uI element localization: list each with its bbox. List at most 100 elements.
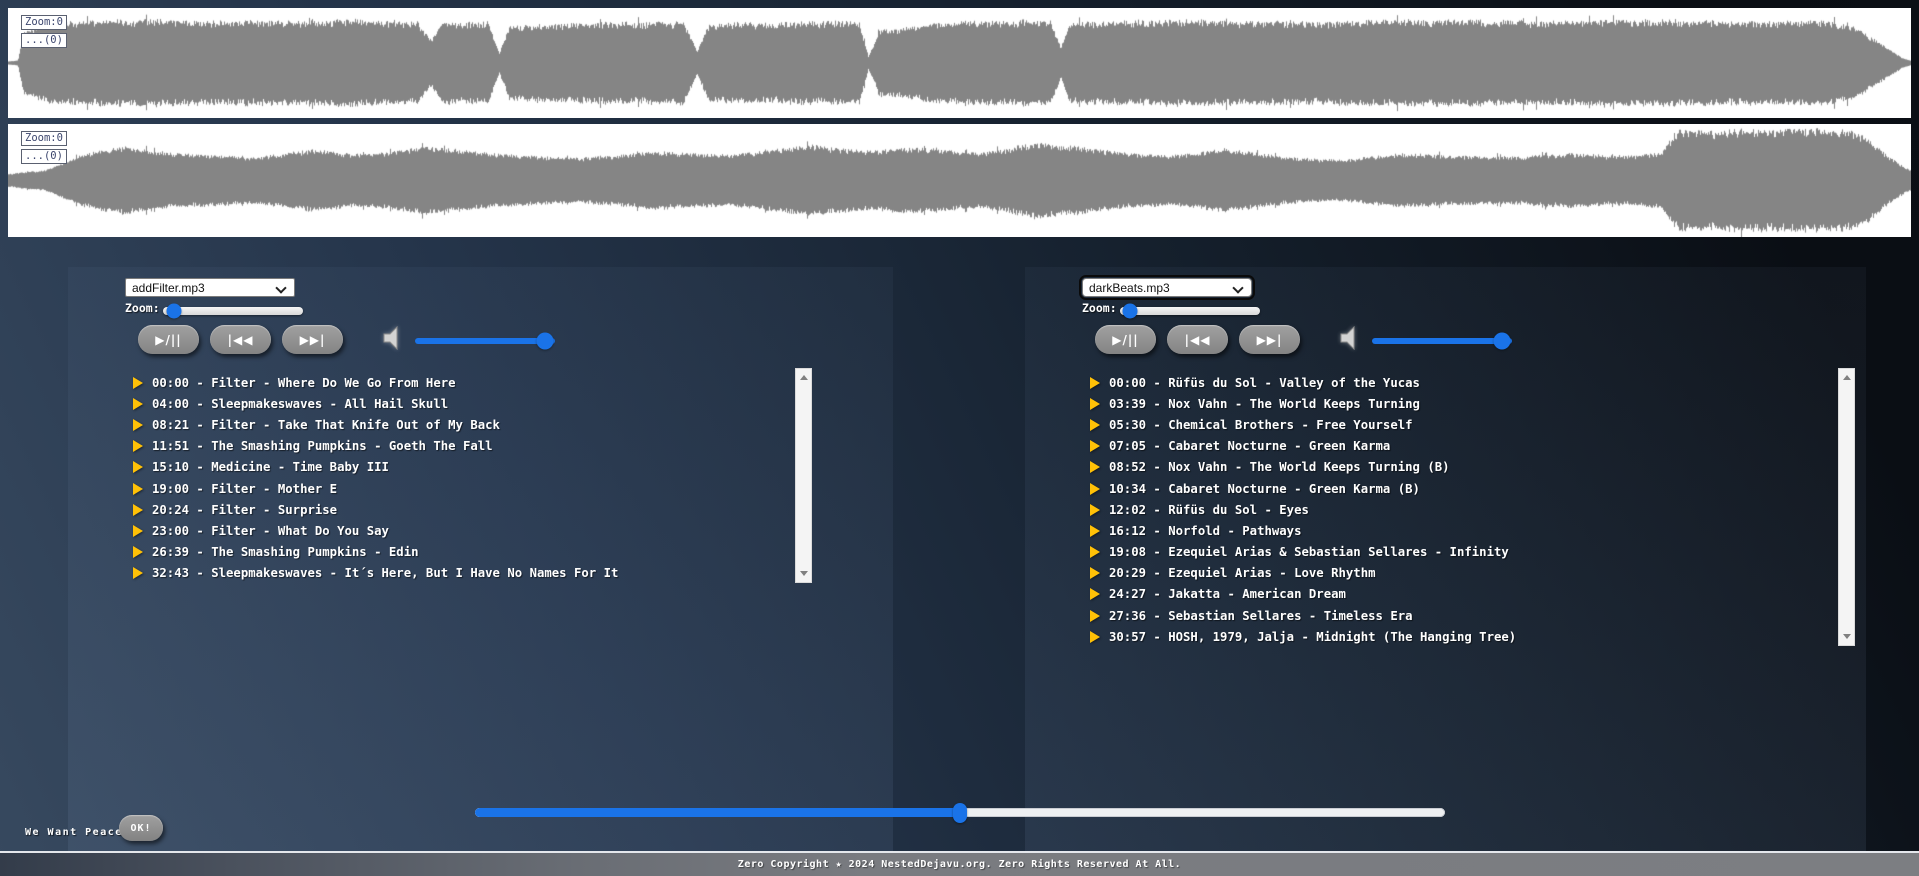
file-select[interactable]: addFilter.mp3 — [125, 278, 295, 297]
crossfader-thumb[interactable] — [953, 803, 967, 823]
track-label: 10:34 - Cabaret Nocturne - Green Karma (… — [1109, 482, 1420, 496]
volume-slider[interactable] — [415, 338, 555, 344]
playlist-item[interactable]: 07:05 - Cabaret Nocturne - Green Karma — [1090, 436, 1516, 457]
playlist-item[interactable]: 00:00 - Filter - Where Do We Go From Her… — [133, 372, 618, 393]
play-icon[interactable] — [133, 440, 143, 452]
playlist-item[interactable]: 00:00 - Rüfüs du Sol - Valley of the Yuc… — [1090, 372, 1516, 393]
next-track-button[interactable]: ▶▶| — [1239, 325, 1300, 354]
play-icon[interactable] — [1090, 419, 1100, 431]
deck-panel-right: darkBeats.mp3 Zoom: ▶/|| |◀◀ ▶▶| 00:00 -… — [1025, 267, 1866, 851]
play-icon[interactable] — [133, 483, 143, 495]
waveform-canvas[interactable] — [8, 8, 1911, 118]
playlist-item[interactable]: 32:43 - Sleepmakeswaves - It´s Here, But… — [133, 563, 618, 584]
playlist: 00:00 - Rüfüs du Sol - Valley of the Yuc… — [1090, 372, 1516, 647]
playlist-item[interactable]: 20:24 - Filter - Surprise — [133, 499, 618, 520]
play-pause-button[interactable]: ▶/|| — [1095, 325, 1156, 354]
play-icon[interactable] — [1090, 440, 1100, 452]
zoom-slider-thumb[interactable] — [1122, 304, 1137, 319]
scroll-up-icon[interactable] — [800, 375, 808, 380]
playlist-item[interactable]: 19:00 - Filter - Mother E — [133, 478, 618, 499]
speaker-icon — [1339, 326, 1363, 350]
volume-slider[interactable] — [1372, 338, 1512, 344]
zoom-slider[interactable] — [1120, 307, 1260, 315]
play-icon[interactable] — [133, 504, 143, 516]
playlist-item[interactable]: 27:36 - Sebastian Sellares - Timeless Er… — [1090, 605, 1516, 626]
speaker-icon — [382, 326, 406, 350]
play-icon[interactable] — [133, 546, 143, 558]
track-label: 30:57 - HOSH, 1979, Jalja - Midnight (Th… — [1109, 630, 1516, 644]
next-track-button[interactable]: ▶▶| — [282, 325, 343, 354]
track-label: 20:24 - Filter - Surprise — [152, 503, 337, 517]
track-label: 00:00 - Filter - Where Do We Go From Her… — [152, 376, 456, 390]
file-select[interactable]: darkBeats.mp3 — [1082, 278, 1252, 297]
volume-slider-thumb[interactable] — [1494, 333, 1511, 350]
playlist-item[interactable]: 12:02 - Rüfüs du Sol - Eyes — [1090, 499, 1516, 520]
chevron-down-icon — [1232, 282, 1243, 293]
zoom-slider[interactable] — [163, 307, 303, 315]
playlist-item[interactable]: 04:00 - Sleepmakeswaves - All Hail Skull — [133, 393, 618, 414]
play-icon[interactable] — [1090, 377, 1100, 389]
track-label: 23:00 - Filter - What Do You Say — [152, 524, 389, 538]
play-icon[interactable] — [1090, 588, 1100, 600]
waveform-canvas[interactable] — [8, 124, 1911, 237]
play-icon[interactable] — [133, 377, 143, 389]
track-label: 12:02 - Rüfüs du Sol - Eyes — [1109, 503, 1309, 517]
track-label: 11:51 - The Smashing Pumpkins - Goeth Th… — [152, 439, 493, 453]
playlist-item[interactable]: 08:52 - Nox Vahn - The World Keeps Turni… — [1090, 457, 1516, 478]
play-icon[interactable] — [1090, 398, 1100, 410]
playlist-item[interactable]: 30:57 - HOSH, 1979, Jalja - Midnight (Th… — [1090, 626, 1516, 647]
play-icon[interactable] — [1090, 610, 1100, 622]
play-icon[interactable] — [1090, 504, 1100, 516]
playlist-item[interactable]: 08:21 - Filter - Take That Knife Out of … — [133, 414, 618, 435]
volume-slider-thumb[interactable] — [537, 333, 554, 350]
scroll-up-icon[interactable] — [1843, 375, 1851, 380]
waveform-zoom-badge: Zoom:0 — [21, 15, 67, 30]
playlist-item[interactable]: 05:30 - Chemical Brothers - Free Yoursel… — [1090, 414, 1516, 435]
waveform-info-badge: ...(0) — [21, 149, 67, 164]
play-icon[interactable] — [133, 567, 143, 579]
play-pause-button[interactable]: ▶/|| — [138, 325, 199, 354]
scroll-down-icon[interactable] — [800, 571, 808, 576]
track-label: 08:21 - Filter - Take That Knife Out of … — [152, 418, 500, 432]
track-label: 27:36 - Sebastian Sellares - Timeless Er… — [1109, 609, 1413, 623]
playlist-item[interactable]: 03:39 - Nox Vahn - The World Keeps Turni… — [1090, 393, 1516, 414]
play-icon[interactable] — [1090, 546, 1100, 558]
previous-track-button[interactable]: |◀◀ — [1167, 325, 1228, 354]
play-icon[interactable] — [1090, 631, 1100, 643]
track-label: 03:39 - Nox Vahn - The World Keeps Turni… — [1109, 397, 1420, 411]
playlist-item[interactable]: 24:27 - Jakatta - American Dream — [1090, 584, 1516, 605]
play-icon[interactable] — [1090, 525, 1100, 537]
waveform-display-bottom[interactable]: Zoom:0 ...(0) — [8, 124, 1911, 237]
play-icon[interactable] — [1090, 567, 1100, 579]
track-label: 26:39 - The Smashing Pumpkins - Edin — [152, 545, 419, 559]
playlist-item[interactable]: 26:39 - The Smashing Pumpkins - Edin — [133, 542, 618, 563]
play-icon[interactable] — [133, 525, 143, 537]
playlist-item[interactable]: 15:10 - Medicine - Time Baby III — [133, 457, 618, 478]
playlist-item[interactable]: 16:12 - Norfold - Pathways — [1090, 520, 1516, 541]
crossfader-slider[interactable] — [475, 808, 1445, 817]
chevron-down-icon — [275, 282, 286, 293]
waveform-zoom-badge: Zoom:0 — [21, 131, 67, 146]
play-icon[interactable] — [133, 398, 143, 410]
scroll-down-icon[interactable] — [1843, 634, 1851, 639]
playlist-item[interactable]: 10:34 - Cabaret Nocturne - Green Karma (… — [1090, 478, 1516, 499]
track-label: 08:52 - Nox Vahn - The World Keeps Turni… — [1109, 460, 1450, 474]
previous-track-button[interactable]: |◀◀ — [210, 325, 271, 354]
playlist-item[interactable]: 23:00 - Filter - What Do You Say — [133, 520, 618, 541]
file-select-value: darkBeats.mp3 — [1089, 281, 1170, 295]
playlist-item[interactable]: 19:08 - Ezequiel Arias & Sebastian Sella… — [1090, 542, 1516, 563]
track-label: 05:30 - Chemical Brothers - Free Yoursel… — [1109, 418, 1413, 432]
waveform-display-top[interactable]: Zoom:0 ...(0) — [8, 8, 1911, 118]
playlist-scrollbar[interactable] — [795, 368, 812, 583]
track-label: 20:29 - Ezequiel Arias - Love Rhythm — [1109, 566, 1376, 580]
play-icon[interactable] — [1090, 483, 1100, 495]
zoom-slider-thumb[interactable] — [167, 304, 182, 319]
playlist-item[interactable]: 11:51 - The Smashing Pumpkins - Goeth Th… — [133, 436, 618, 457]
play-icon[interactable] — [1090, 461, 1100, 473]
ok-button[interactable]: OK! — [119, 815, 163, 841]
zoom-label: Zoom: — [125, 301, 160, 315]
playlist-scrollbar[interactable] — [1838, 368, 1855, 646]
play-icon[interactable] — [133, 419, 143, 431]
playlist-item[interactable]: 20:29 - Ezequiel Arias - Love Rhythm — [1090, 563, 1516, 584]
play-icon[interactable] — [133, 461, 143, 473]
